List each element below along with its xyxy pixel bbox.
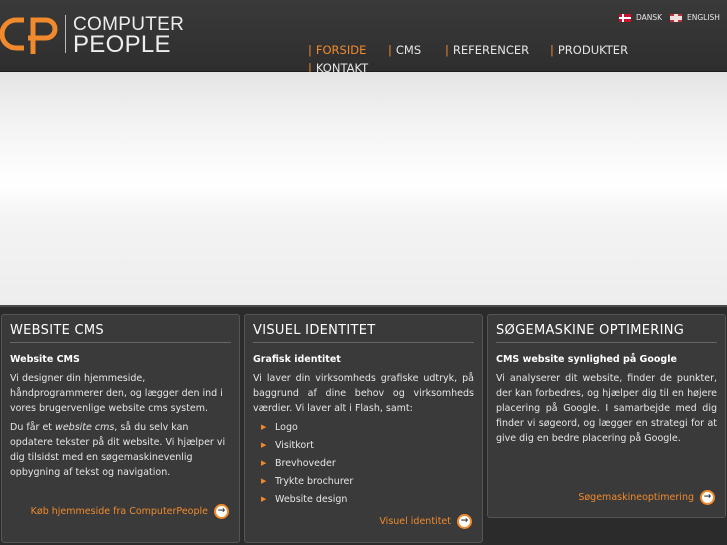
card-subtitle: Grafisk identitet [253,354,341,365]
card-text-segment: Du får et [10,422,56,433]
site-header: COMPUTER PEOPLE DANSK ENGLISH | FORSIDE |… [0,0,727,75]
language-english-label: ENGLISH [687,13,720,22]
language-dansk[interactable]: DANSK [619,13,662,22]
nav-separator: | [445,43,449,57]
hero-banner [0,72,727,306]
arrow-right-circle-icon [214,504,229,519]
card-subtitle: CMS website synlighed på Google [496,354,677,365]
visual-identity-link-label: Visuel identitet [379,516,451,527]
nav-separator: | [388,43,392,57]
list-item: Brevhoveder [261,456,353,474]
computerpeople-logo[interactable]: COMPUTER PEOPLE [0,14,184,58]
nav-cms[interactable]: | CMS [388,43,421,57]
nav-produkter[interactable]: | PRODUKTER [550,43,628,57]
visual-identity-link[interactable]: Visuel identitet [379,514,472,529]
list-item: Trykte brochurer [261,474,353,492]
card-seo: SØGEMASKINE OPTIMERING CMS website synli… [487,314,726,518]
card-paragraph: Vi analyserer dit website, finder de pun… [496,373,717,444]
card-divider [10,342,231,343]
logo-text-line2: PEOPLE [73,31,171,58]
arrow-right-circle-icon [700,490,715,505]
card-text-emphasis: website cms [55,422,115,433]
card-divider [496,342,717,343]
nav-cms-label: CMS [395,43,422,57]
list-item: Logo [261,420,353,438]
arrow-right-circle-icon [457,514,472,529]
list-item: Visitkort [261,438,353,456]
language-english[interactable]: ENGLISH [670,13,720,22]
buy-website-link[interactable]: Køb hjemmeside fra ComputerPeople [31,504,229,519]
seo-link-label: Søgemaskineoptimering [578,492,694,503]
nav-referencer-label: REFERENCER [452,43,530,57]
nav-forside[interactable]: | FORSIDE [308,43,366,57]
card-visuel-identitet: VISUEL IDENTITET Grafisk identitet Vi la… [244,314,483,543]
list-item: Website design [261,492,353,510]
card-divider [253,342,474,343]
card-subtitle: Website CMS [10,354,80,365]
logo-divider [65,15,66,53]
nav-separator: | [550,43,554,57]
language-dansk-label: DANSK [636,13,663,22]
seo-link[interactable]: Søgemaskineoptimering [578,490,715,505]
nav-referencer[interactable]: | REFERENCER [445,43,529,57]
cp-logo-mark-icon [0,17,58,54]
service-list: Logo Visitkort Brevhoveder Trykte brochu… [261,420,353,510]
card-title: WEBSITE CMS [10,323,104,338]
card-website-cms: WEBSITE CMS Website CMS Vi designer din … [1,314,240,543]
card-paragraph: Vi laver din virksomheds grafiske udtryk… [253,373,474,414]
denmark-flag-icon [619,13,631,22]
uk-flag-icon [670,13,682,22]
nav-forside-label: FORSIDE [315,43,367,57]
card-title: VISUEL IDENTITET [253,323,376,338]
card-paragraph: Du får et website cms, så du selv kan op… [10,420,231,480]
buy-website-link-label: Køb hjemmeside fra ComputerPeople [30,506,208,517]
card-title: SØGEMASKINE OPTIMERING [496,323,685,338]
card-paragraph: Vi designer din hjemmeside, håndprogramm… [10,373,223,414]
nav-separator: | [308,43,312,57]
banner-divider [0,305,727,307]
nav-produkter-label: PRODUKTER [557,43,629,57]
